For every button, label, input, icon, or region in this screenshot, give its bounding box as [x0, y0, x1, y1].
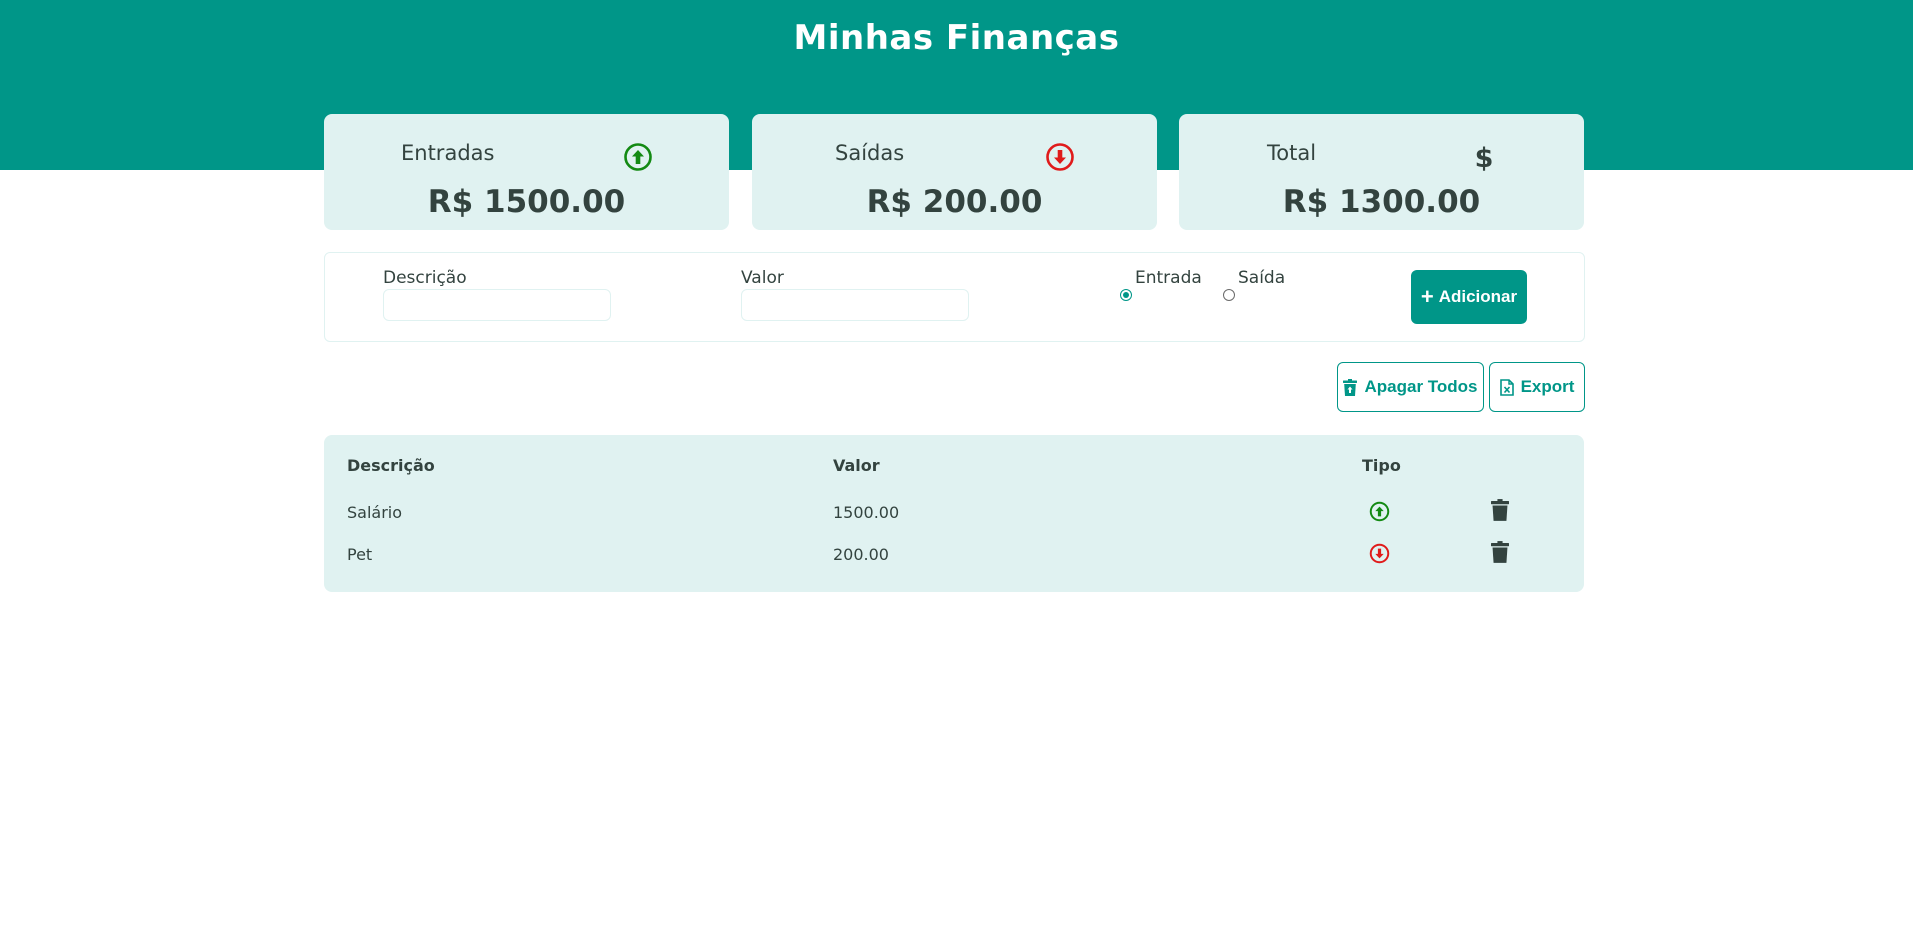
income-label: Entradas [401, 141, 495, 165]
excel-file-icon [1499, 378, 1514, 396]
arrow-down-circle-icon [1046, 143, 1074, 171]
row-description: Pet [347, 545, 373, 564]
trash-icon [1343, 378, 1358, 396]
dollar-icon: $ [1475, 143, 1494, 172]
arrow-up-circle-icon [624, 143, 652, 171]
transaction-form: Descrição Valor Entrada Saída + Adiciona… [324, 252, 1585, 342]
arrow-up-circle-icon [1369, 501, 1390, 522]
total-card: Total $ R$ 1300.00 [1179, 114, 1584, 230]
table-row: Salário 1500.00 [324, 495, 1584, 535]
row-value: 200.00 [833, 545, 889, 564]
app-title: Minhas Finanças [793, 18, 1120, 58]
description-label: Descrição [383, 268, 467, 288]
column-header-value: Valor [833, 456, 880, 475]
column-header-type: Tipo [1362, 456, 1401, 475]
income-card: Entradas R$ 1500.00 [324, 114, 729, 230]
income-value: R$ 1500.00 [427, 184, 626, 220]
arrow-down-circle-icon [1369, 543, 1390, 564]
description-input[interactable] [383, 289, 611, 321]
add-button-label: Adicionar [1438, 287, 1518, 306]
transactions-table: Descrição Valor Tipo Salário 1500.00 Pet… [324, 435, 1584, 592]
table-row: Pet 200.00 [324, 537, 1584, 577]
value-label: Valor [741, 268, 784, 288]
plus-icon: + [1420, 284, 1434, 309]
expense-label: Saídas [835, 141, 905, 165]
total-value: R$ 1300.00 [1282, 184, 1481, 220]
export-button[interactable]: Export [1489, 362, 1585, 412]
income-radio-label: Entrada [1135, 268, 1202, 288]
row-description: Salário [347, 503, 403, 522]
add-button[interactable]: + Adicionar [1411, 270, 1527, 324]
expense-card: Saídas R$ 200.00 [752, 114, 1157, 230]
delete-all-label: Apagar Todos [1364, 377, 1478, 396]
svg-text:$: $ [1475, 143, 1494, 172]
expense-radio[interactable] [1223, 289, 1235, 301]
expense-radio-label: Saída [1238, 268, 1286, 288]
expense-value: R$ 200.00 [866, 184, 1043, 220]
income-radio[interactable] [1120, 289, 1132, 301]
export-label: Export [1520, 377, 1575, 396]
trash-icon[interactable] [1491, 499, 1509, 521]
delete-all-button[interactable]: Apagar Todos [1337, 362, 1484, 412]
value-input[interactable] [741, 289, 969, 321]
row-value: 1500.00 [833, 503, 900, 522]
column-header-description: Descrição [347, 456, 435, 475]
total-label: Total [1267, 141, 1317, 165]
trash-icon[interactable] [1491, 541, 1509, 563]
